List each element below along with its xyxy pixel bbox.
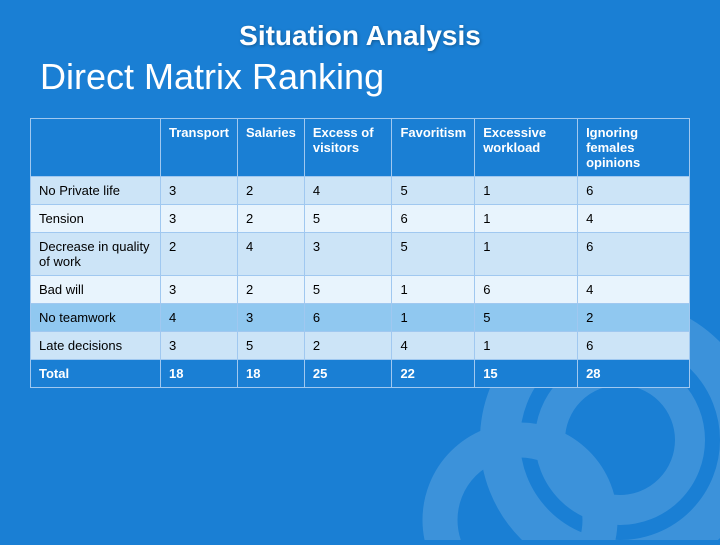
- row-value: 6: [578, 233, 690, 276]
- table-row: No teamwork436152: [31, 304, 690, 332]
- row-value: 1: [475, 205, 578, 233]
- row-value: 3: [304, 233, 392, 276]
- header-ignoring-females: Ignoring females opinions: [578, 119, 690, 177]
- row-value: 15: [475, 360, 578, 388]
- row-label: Decrease in quality of work: [31, 233, 161, 276]
- row-value: 1: [392, 276, 475, 304]
- row-value: 18: [237, 360, 304, 388]
- header-transport: Transport: [161, 119, 238, 177]
- row-value: 2: [161, 233, 238, 276]
- row-value: 4: [161, 304, 238, 332]
- header-salaries: Salaries: [237, 119, 304, 177]
- row-value: 1: [475, 233, 578, 276]
- row-label: No Private life: [31, 177, 161, 205]
- header-excessive-workload: Excessive workload: [475, 119, 578, 177]
- row-value: 2: [237, 177, 304, 205]
- row-value: 4: [237, 233, 304, 276]
- row-label: Bad will: [31, 276, 161, 304]
- row-value: 4: [392, 332, 475, 360]
- table-row: Total181825221528: [31, 360, 690, 388]
- row-value: 1: [475, 177, 578, 205]
- main-container: Situation Analysis Direct Matrix Ranking…: [0, 0, 720, 408]
- row-value: 3: [161, 276, 238, 304]
- header-excess-visitors: Excess of visitors: [304, 119, 392, 177]
- table-row: No Private life324516: [31, 177, 690, 205]
- row-value: 2: [304, 332, 392, 360]
- row-value: 3: [161, 177, 238, 205]
- page-title: Situation Analysis: [30, 20, 690, 52]
- table-row: Decrease in quality of work243516: [31, 233, 690, 276]
- row-value: 3: [161, 332, 238, 360]
- row-value: 1: [392, 304, 475, 332]
- row-value: 4: [304, 177, 392, 205]
- table-row: Tension325614: [31, 205, 690, 233]
- row-value: 6: [475, 276, 578, 304]
- row-label: No teamwork: [31, 304, 161, 332]
- row-label: Tension: [31, 205, 161, 233]
- row-value: 5: [392, 177, 475, 205]
- row-value: 22: [392, 360, 475, 388]
- table-row: Late decisions352416: [31, 332, 690, 360]
- row-value: 18: [161, 360, 238, 388]
- header-favoritism: Favoritism: [392, 119, 475, 177]
- row-value: 5: [304, 276, 392, 304]
- row-value: 2: [237, 205, 304, 233]
- row-value: 5: [475, 304, 578, 332]
- row-value: 5: [237, 332, 304, 360]
- row-value: 5: [392, 233, 475, 276]
- table-header-row: Transport Salaries Excess of visitors Fa…: [31, 119, 690, 177]
- row-value: 2: [237, 276, 304, 304]
- row-label: Total: [31, 360, 161, 388]
- ranking-table: Transport Salaries Excess of visitors Fa…: [30, 118, 690, 388]
- row-value: 2: [578, 304, 690, 332]
- table-row: Bad will325164: [31, 276, 690, 304]
- row-value: 28: [578, 360, 690, 388]
- row-value: 6: [578, 177, 690, 205]
- header-label: [31, 119, 161, 177]
- row-value: 5: [304, 205, 392, 233]
- row-value: 6: [304, 304, 392, 332]
- row-value: 4: [578, 205, 690, 233]
- row-value: 25: [304, 360, 392, 388]
- row-value: 3: [237, 304, 304, 332]
- row-label: Late decisions: [31, 332, 161, 360]
- row-value: 1: [475, 332, 578, 360]
- row-value: 6: [578, 332, 690, 360]
- row-value: 4: [578, 276, 690, 304]
- page-subtitle: Direct Matrix Ranking: [30, 56, 690, 98]
- row-value: 3: [161, 205, 238, 233]
- row-value: 6: [392, 205, 475, 233]
